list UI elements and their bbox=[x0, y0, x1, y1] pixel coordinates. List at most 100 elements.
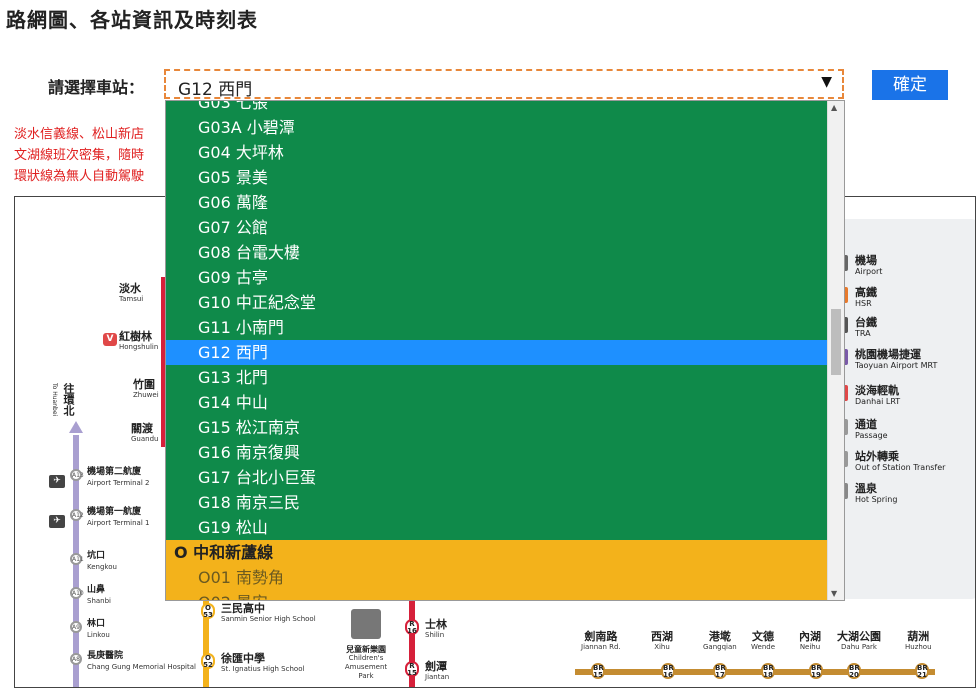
map-station: 西湖 Xihu bbox=[651, 630, 673, 651]
station-code-badge: BR 19 bbox=[809, 663, 823, 679]
dropdown-option[interactable]: G13 北門 bbox=[166, 365, 828, 390]
dropdown-option[interactable]: G03A 小碧潭 bbox=[166, 115, 828, 140]
scroll-up-icon[interactable]: ▲ bbox=[831, 103, 837, 112]
station-code-badge: A12 bbox=[70, 509, 84, 521]
dropdown-option[interactable]: G18 南京三民 bbox=[166, 490, 828, 515]
map-station: 三民高中 Sanmin Senior High School bbox=[221, 602, 316, 623]
legend-item: 高鐵 HSR bbox=[855, 287, 877, 309]
station-code-badge: A11 bbox=[70, 553, 84, 565]
station-code-badge: BR 21 bbox=[915, 663, 929, 679]
map-station: 林口 Linkou bbox=[87, 619, 110, 639]
map-station: 機場第一航廈 Airport Terminal 1 bbox=[87, 507, 150, 527]
note-line: 文湖線班次密集，隨時 bbox=[14, 148, 145, 163]
station-code-badge: A10 bbox=[70, 587, 84, 599]
legend-item: 通道 Passage bbox=[855, 419, 888, 441]
dropdown-option[interactable]: O01 南勢角 bbox=[166, 565, 828, 590]
dropdown-option[interactable]: O02 景安 bbox=[166, 590, 828, 600]
page-title: 路網圖、各站資訊及時刻表 bbox=[6, 8, 258, 32]
map-station: 劍潭 Jiantan bbox=[425, 660, 450, 681]
station-select-value: G12 西門 bbox=[178, 80, 253, 100]
legend-item: 站外轉乘 Out of Station Transfer bbox=[855, 451, 945, 473]
dropdown-scrollbar[interactable]: ▲ ▼ bbox=[827, 101, 844, 600]
station-code-badge: A9 bbox=[70, 621, 82, 633]
station-code-badge: O 52 bbox=[201, 653, 215, 669]
map-station-tamsui: 淡水 Tamsui bbox=[119, 282, 144, 303]
dropdown-option[interactable]: G07 公館 bbox=[166, 215, 828, 240]
dropdown-option[interactable]: G03 七張 bbox=[166, 101, 828, 115]
station-code-badge: A13 bbox=[70, 469, 84, 481]
station-code-badge: BR 18 bbox=[761, 663, 775, 679]
map-station: 內湖 Neihu bbox=[799, 630, 821, 651]
station-code-badge: BR 16 bbox=[661, 663, 675, 679]
scroll-down-icon[interactable]: ▼ bbox=[831, 589, 837, 598]
airport-icon: ✈ bbox=[49, 515, 65, 528]
dropdown-option[interactable]: G05 景美 bbox=[166, 165, 828, 190]
dropdown-option[interactable]: G16 南京復興 bbox=[166, 440, 828, 465]
legend-item: 台鐵 TRA bbox=[855, 317, 877, 339]
arrow-up-icon bbox=[69, 421, 83, 433]
map-station: 葫洲 Huzhou bbox=[905, 630, 932, 651]
service-notes: 淡水信義線、松山新店 文湖線班次密集，隨時 環狀線為無人自動駕駛 bbox=[14, 124, 144, 187]
station-dropdown-list[interactable]: G03 七張 G03A 小碧潭 G04 大坪林 G05 景美 G06 萬隆 G07 公館 G… bbox=[165, 100, 845, 601]
station-code-badge: A8 bbox=[70, 653, 82, 665]
legend-en: Airport bbox=[855, 267, 883, 276]
legend-en: Hot Spring bbox=[855, 495, 898, 504]
map-station: 劍南路 Jiannan Rd. bbox=[581, 630, 621, 651]
amusement-park-icon bbox=[351, 609, 381, 639]
airport-icon: ✈ bbox=[49, 475, 65, 488]
dropdown-option[interactable]: G15 松江南京 bbox=[166, 415, 828, 440]
legend-item: 桃園機場捷運 Taoyuan Airport MRT bbox=[855, 349, 937, 371]
direction-label: 往環北 bbox=[62, 383, 75, 416]
note-line: 環狀線為無人自動駕駛 bbox=[14, 169, 145, 184]
map-station: 文德 Wende bbox=[751, 630, 776, 651]
dropdown-option[interactable]: G14 中山 bbox=[166, 390, 828, 415]
map-station: 山鼻 Shanbi bbox=[87, 585, 111, 605]
dropdown-option[interactable]: G17 台北小巨蛋 bbox=[166, 465, 828, 490]
map-station: 徐匯中學 St. Ignatius High School bbox=[221, 652, 305, 673]
legend-en: Out of Station Transfer bbox=[855, 463, 946, 472]
station-code-badge: BR 15 bbox=[591, 663, 605, 679]
dropdown-option[interactable]: G12 西門 bbox=[166, 340, 828, 365]
legend-en: HSR bbox=[855, 299, 872, 308]
map-station: 長庚醫院 Chang Gung Memorial Hospital bbox=[87, 651, 196, 671]
dropdown-option[interactable]: G10 中正紀念堂 bbox=[166, 290, 828, 315]
dropdown-option[interactable]: G09 古亭 bbox=[166, 265, 828, 290]
confirm-button[interactable]: 確定 bbox=[872, 70, 948, 100]
map-legend bbox=[823, 219, 975, 599]
legend-en: Passage bbox=[855, 431, 888, 440]
chevron-down-icon: ▼ bbox=[821, 74, 832, 90]
station-select-label: 請選擇車站： bbox=[48, 78, 145, 97]
legend-item: 淡海輕軌 Danhai LRT bbox=[855, 385, 900, 407]
legend-item: 溫泉 Hot Spring bbox=[855, 483, 897, 505]
scrollbar-thumb[interactable] bbox=[831, 309, 841, 375]
dropdown-group-header: O 中和新蘆線 bbox=[166, 540, 828, 565]
map-station: 坑口 Kengkou bbox=[87, 551, 117, 571]
map-station: 港墘 Gangqian bbox=[703, 630, 737, 651]
brown-line bbox=[575, 669, 935, 675]
station-code-badge: R 16 bbox=[405, 619, 419, 635]
map-station-zhuwei: 竹圍 Zhuwei bbox=[133, 378, 159, 399]
legend-en: TRA bbox=[855, 329, 871, 338]
map-station-guandu: 關渡 Guandu bbox=[131, 422, 159, 443]
lrt-v-badge: V bbox=[103, 333, 117, 346]
map-amusement-park: 兒童新樂園 Children's Amusement Park bbox=[344, 645, 388, 680]
direction-label-en: To Huanbei bbox=[51, 383, 58, 417]
legend-en: Danhai LRT bbox=[855, 397, 901, 406]
note-line: 淡水信義線、松山新店 bbox=[14, 127, 145, 142]
dropdown-option[interactable]: G04 大坪林 bbox=[166, 140, 828, 165]
dropdown-option[interactable]: G06 萬隆 bbox=[166, 190, 828, 215]
map-station: 大湖公園 Dahu Park bbox=[837, 630, 881, 651]
station-code-badge: BR 17 bbox=[713, 663, 727, 679]
station-code-badge: O 53 bbox=[201, 603, 215, 619]
map-station: 士林 Shilin bbox=[425, 618, 447, 639]
station-select[interactable]: G12 西門 ▼ bbox=[164, 69, 844, 100]
dropdown-option[interactable]: G19 松山 bbox=[166, 515, 828, 540]
station-code-badge: BR 20 bbox=[847, 663, 861, 679]
legend-item: 機場 Airport bbox=[855, 255, 882, 277]
legend-en: Taoyuan Airport MRT bbox=[855, 361, 938, 370]
map-station: 機場第二航廈 Airport Terminal 2 bbox=[87, 467, 150, 487]
station-code-badge: R 15 bbox=[405, 661, 419, 677]
dropdown-option[interactable]: G11 小南門 bbox=[166, 315, 828, 340]
map-station-hongshulin: 紅樹林 Hongshulin bbox=[119, 330, 159, 351]
dropdown-option[interactable]: G08 台電大樓 bbox=[166, 240, 828, 265]
